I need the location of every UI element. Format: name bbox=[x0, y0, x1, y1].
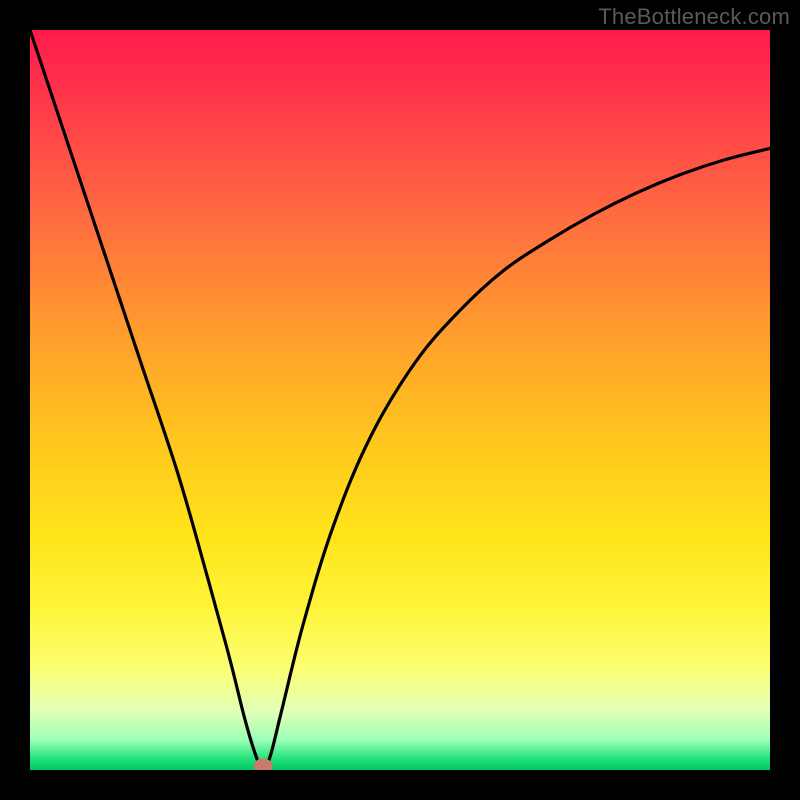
outer-frame: TheBottleneck.com bbox=[0, 0, 800, 800]
bottleneck-curve-svg bbox=[30, 30, 770, 770]
optimal-point-marker bbox=[254, 759, 272, 770]
bottleneck-curve bbox=[30, 30, 770, 770]
watermark-text: TheBottleneck.com bbox=[598, 4, 790, 30]
plot-area bbox=[30, 30, 770, 770]
